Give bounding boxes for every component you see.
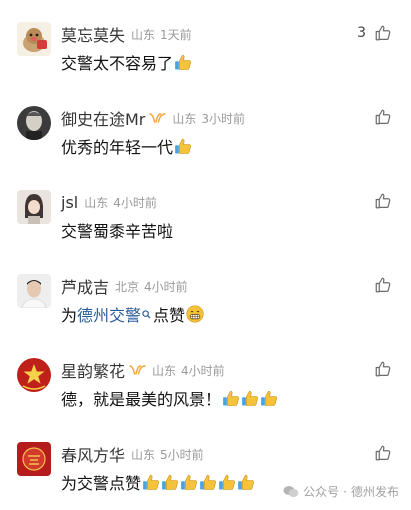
comment-text-content: 交警太不容易了 bbox=[61, 54, 174, 73]
comment-meta: 莫忘莫失 山东 1天前 bbox=[61, 22, 192, 46]
comment-text: 德，就是最美的风景！ bbox=[61, 386, 278, 410]
comment-text: 交警太不容易了 bbox=[61, 50, 192, 74]
commenter-name[interactable]: 芦成吉 bbox=[61, 274, 109, 298]
comment-text-content: 交警蜀黍辛苦啦 bbox=[61, 222, 174, 241]
comment-time: 4小时前 bbox=[181, 363, 225, 378]
comment-text: 为 德州交警 点赞 bbox=[61, 302, 204, 326]
avatar[interactable] bbox=[17, 22, 51, 56]
watermark-separator: · bbox=[343, 484, 347, 499]
avatar[interactable] bbox=[17, 274, 51, 308]
comment-location: 山东 bbox=[84, 195, 109, 210]
thumbs-up-outline-icon bbox=[374, 24, 392, 42]
comment-location: 山东 bbox=[131, 447, 156, 462]
avatar[interactable] bbox=[17, 358, 51, 392]
thumbs-up-emoji-icon bbox=[199, 473, 217, 491]
avatar[interactable] bbox=[17, 190, 51, 224]
thumbs-up-emoji-icon bbox=[218, 473, 236, 491]
comment-item: 莫忘莫失 山东 1天前 3 交警太不容易了 bbox=[0, 2, 411, 86]
comment-meta: 星韵繁花 山东 4小时前 bbox=[61, 358, 225, 382]
wechat-v-badge-icon bbox=[149, 112, 166, 124]
thumbs-up-emoji-icon bbox=[260, 389, 278, 407]
thumbs-up-outline-icon bbox=[374, 276, 392, 294]
like-button[interactable] bbox=[366, 360, 392, 378]
like-button[interactable] bbox=[366, 192, 392, 210]
comment-location: 山东 bbox=[131, 27, 156, 42]
comment-time: 4小时前 bbox=[113, 195, 157, 210]
wechat-v-badge-icon bbox=[129, 364, 146, 376]
comment-time: 5小时前 bbox=[160, 447, 204, 462]
comment-item: jsl 山东 4小时前 交警蜀黍辛苦啦 bbox=[0, 170, 411, 254]
thumbs-up-emoji-icon bbox=[161, 473, 179, 491]
thumbs-up-emoji-icon bbox=[180, 473, 198, 491]
thumbs-up-emoji-icon bbox=[174, 137, 192, 155]
comment-time: 3小时前 bbox=[201, 111, 246, 126]
commenter-name[interactable]: 星韵繁花 bbox=[61, 358, 125, 382]
thumbs-up-outline-icon bbox=[374, 192, 392, 210]
comment-location: 北京 bbox=[115, 279, 140, 294]
comment-text-content: 德，就是最美的风景！ bbox=[61, 390, 222, 409]
avatar[interactable] bbox=[17, 442, 51, 476]
thumbs-up-outline-icon bbox=[374, 444, 392, 462]
commenter-name[interactable]: 春风方华 bbox=[61, 442, 125, 466]
hashtag-link[interactable]: 德州交警 bbox=[77, 302, 141, 326]
comment-meta: 御史在途Mr 山东 3小时前 bbox=[61, 106, 246, 130]
like-button[interactable]: 3 bbox=[357, 24, 392, 42]
comment-location: 山东 bbox=[172, 111, 197, 126]
comment-text: 为交警点赞 bbox=[61, 470, 255, 494]
thumbs-up-emoji-icon bbox=[174, 53, 192, 71]
wechat-logo-icon bbox=[283, 486, 299, 497]
thumbs-up-outline-icon bbox=[374, 108, 392, 126]
like-button[interactable] bbox=[366, 276, 392, 294]
comment-text-content: 为交警点赞 bbox=[61, 474, 142, 493]
comment-text: 交警蜀黍辛苦啦 bbox=[61, 218, 173, 242]
commenter-name[interactable]: 御史在途Mr bbox=[61, 106, 145, 130]
comment-text-prefix: 为 bbox=[61, 306, 78, 325]
thumbs-up-emoji-icon bbox=[222, 389, 240, 407]
comment-location: 山东 bbox=[152, 363, 177, 378]
like-count: 3 bbox=[357, 25, 366, 41]
thumbs-up-emoji-icon bbox=[142, 473, 160, 491]
commenter-name[interactable]: 莫忘莫失 bbox=[61, 22, 125, 46]
search-icon bbox=[142, 309, 151, 319]
watermark-platform: 公众号 bbox=[303, 485, 340, 499]
comment-time: 1天前 bbox=[160, 27, 192, 42]
account-watermark: 公众号 · 德州发布 bbox=[283, 483, 399, 500]
comment-item: 星韵繁花 山东 4小时前 德，就是最美的风景！ bbox=[0, 338, 411, 422]
like-button[interactable] bbox=[366, 444, 392, 462]
comment-meta: 春风方华 山东 5小时前 bbox=[61, 442, 204, 466]
comment-text: 优秀的年轻一代 bbox=[61, 134, 192, 158]
comment-time: 4小时前 bbox=[144, 279, 188, 294]
thumbs-up-emoji-icon bbox=[237, 473, 255, 491]
comment-item: 御史在途Mr 山东 3小时前 优秀的年轻一代 bbox=[0, 86, 411, 170]
comment-meta: 芦成吉 北京 4小时前 bbox=[61, 274, 188, 298]
thumbs-up-outline-icon bbox=[374, 360, 392, 378]
watermark-account: 德州发布 bbox=[350, 485, 399, 499]
comment-text-suffix: 点赞 bbox=[153, 306, 186, 325]
comment-text-content: 优秀的年轻一代 bbox=[61, 138, 174, 157]
thumbs-up-emoji-icon bbox=[241, 389, 259, 407]
grin-emoji-icon bbox=[186, 305, 204, 323]
commenter-name[interactable]: jsl bbox=[61, 193, 78, 212]
comment-meta: jsl 山东 4小时前 bbox=[61, 192, 157, 212]
avatar[interactable] bbox=[17, 106, 51, 140]
comment-item: 芦成吉 北京 4小时前 为 德州交警 点赞 bbox=[0, 254, 411, 338]
like-button[interactable] bbox=[366, 108, 392, 126]
